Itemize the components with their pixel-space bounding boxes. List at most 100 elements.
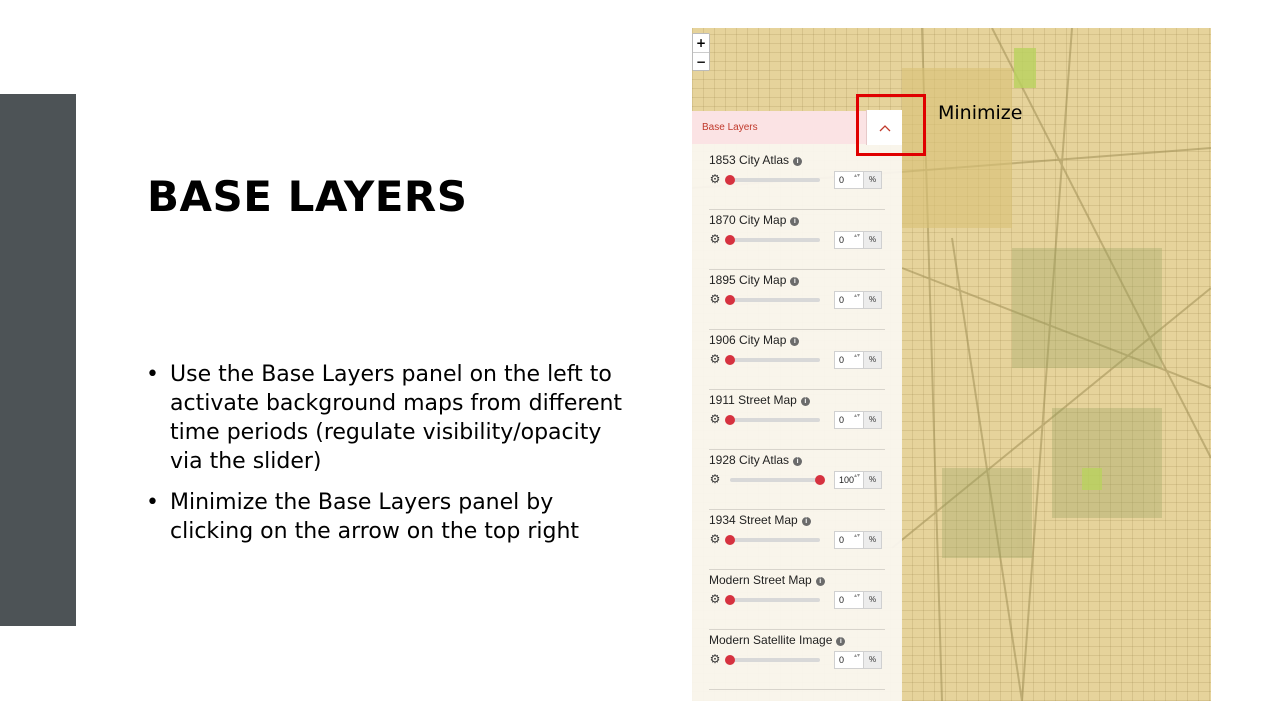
layer-item: 1870 City Map i ⚙ 0 ▴▾%	[709, 209, 885, 270]
layer-name-text: 1906 City Map	[709, 333, 787, 347]
spinner-icon[interactable]: ▴▾	[854, 473, 860, 480]
opacity-value: 0	[839, 535, 845, 545]
layer-name: Modern Street Map i	[709, 573, 825, 587]
layer-name-text: 1911 Street Map	[709, 393, 797, 407]
bullet-list: • Use the Base Layers panel on the left …	[146, 360, 626, 558]
percent-label: %	[864, 291, 882, 309]
gear-icon[interactable]: ⚙	[709, 233, 721, 245]
opacity-input[interactable]: 0 ▴▾	[834, 651, 864, 669]
chevron-up-icon	[879, 124, 890, 131]
info-icon[interactable]: i	[801, 517, 811, 526]
layer-item: 1895 City Map i ⚙ 0 ▴▾%	[709, 269, 885, 330]
slider-thumb[interactable]	[725, 235, 735, 245]
opacity-input[interactable]: 0 ▴▾	[834, 591, 864, 609]
opacity-slider[interactable]	[725, 655, 820, 665]
slider-thumb[interactable]	[815, 475, 825, 485]
gear-icon[interactable]: ⚙	[709, 293, 721, 305]
opacity-value: 0	[839, 235, 845, 245]
minimize-callout: Minimize	[938, 102, 1023, 124]
opacity-slider[interactable]	[725, 415, 820, 425]
gear-icon[interactable]: ⚙	[709, 653, 721, 665]
spinner-icon[interactable]: ▴▾	[854, 533, 860, 540]
info-icon[interactable]: i	[790, 337, 800, 346]
info-icon[interactable]: i	[793, 157, 803, 166]
bullet-symbol: •	[146, 490, 159, 515]
spinner-icon[interactable]: ▴▾	[854, 353, 860, 360]
layer-name-text: Modern Street Map	[709, 573, 812, 587]
opacity-input[interactable]: 0 ▴▾	[834, 531, 864, 549]
opacity-slider[interactable]	[725, 355, 820, 365]
slider-thumb[interactable]	[725, 535, 735, 545]
bullet-text: Use the Base Layers panel on the left to…	[170, 362, 623, 474]
layer-name-text: Modern Satellite Image	[709, 633, 833, 647]
opacity-input[interactable]: 0 ▴▾	[834, 351, 864, 369]
layer-name: 1928 City Atlas i	[709, 453, 803, 467]
opacity-input[interactable]: 0 ▴▾	[834, 171, 864, 189]
opacity-slider[interactable]	[730, 475, 825, 485]
layer-name: Modern Satellite Image i	[709, 633, 846, 647]
gear-icon[interactable]: ⚙	[709, 593, 721, 605]
base-layers-panel: Base Layers 1853 City Atlas i ⚙ 0 ▴▾% 1870 Ci…	[692, 111, 902, 701]
bullet-item: • Minimize the Base Layers panel by clic…	[146, 488, 626, 546]
layer-name-text: 1870 City Map	[709, 213, 787, 227]
slider-thumb[interactable]	[725, 595, 735, 605]
info-icon[interactable]: i	[815, 577, 825, 586]
info-icon[interactable]: i	[790, 277, 800, 286]
layer-item: Modern Street Map i ⚙ 0 ▴▾%	[709, 569, 885, 630]
gear-icon[interactable]: ⚙	[709, 353, 721, 365]
opacity-value: 0	[839, 655, 845, 665]
layer-name: 1870 City Map i	[709, 213, 800, 227]
opacity-value: 0	[839, 355, 845, 365]
slider-thumb[interactable]	[725, 415, 735, 425]
gear-icon[interactable]: ⚙	[709, 173, 721, 185]
spinner-icon[interactable]: ▴▾	[854, 593, 860, 600]
bullet-symbol: •	[146, 362, 159, 387]
layer-item: 1906 City Map i ⚙ 0 ▴▾%	[709, 329, 885, 390]
layer-name-text: 1895 City Map	[709, 273, 787, 287]
gear-icon[interactable]: ⚙	[709, 473, 721, 485]
opacity-value: 0	[839, 415, 845, 425]
opacity-input[interactable]: 0 ▴▾	[834, 411, 864, 429]
info-icon[interactable]: i	[793, 457, 803, 466]
opacity-slider[interactable]	[725, 175, 820, 185]
percent-label: %	[864, 351, 882, 369]
layer-item: 1934 Street Map i ⚙ 0 ▴▾%	[709, 509, 885, 570]
gear-icon[interactable]: ⚙	[709, 413, 721, 425]
layer-name: 1906 City Map i	[709, 333, 800, 347]
info-icon[interactable]: i	[800, 397, 810, 406]
layer-name-text: 1934 Street Map	[709, 513, 798, 527]
spinner-icon[interactable]: ▴▾	[854, 653, 860, 660]
spinner-icon[interactable]: ▴▾	[854, 173, 860, 180]
slider-thumb[interactable]	[725, 295, 735, 305]
spinner-icon[interactable]: ▴▾	[854, 233, 860, 240]
percent-label: %	[864, 591, 882, 609]
percent-label: %	[864, 651, 882, 669]
spinner-icon[interactable]: ▴▾	[854, 413, 860, 420]
opacity-input[interactable]: 0 ▴▾	[834, 291, 864, 309]
percent-label: %	[864, 531, 882, 549]
gear-icon[interactable]: ⚙	[709, 533, 721, 545]
zoom-in-button[interactable]: +	[693, 34, 709, 52]
percent-label: %	[864, 231, 882, 249]
zoom-out-button[interactable]: −	[693, 52, 709, 70]
layer-item: 1928 City Atlas i ⚙ 100 ▴▾%	[709, 449, 885, 510]
slider-thumb[interactable]	[725, 355, 735, 365]
opacity-slider[interactable]	[725, 235, 820, 245]
slider-thumb[interactable]	[725, 175, 735, 185]
info-icon[interactable]: i	[836, 637, 846, 646]
opacity-slider[interactable]	[725, 595, 820, 605]
opacity-input[interactable]: 0 ▴▾	[834, 231, 864, 249]
slider-thumb[interactable]	[725, 655, 735, 665]
opacity-input[interactable]: 100 ▴▾	[834, 471, 864, 489]
layer-item: Modern Satellite Image i ⚙ 0 ▴▾%	[709, 629, 885, 690]
bullet-item: • Use the Base Layers panel on the left …	[146, 360, 626, 476]
percent-label: %	[864, 411, 882, 429]
spinner-icon[interactable]: ▴▾	[854, 293, 860, 300]
opacity-slider[interactable]	[725, 535, 820, 545]
layer-item: 1853 City Atlas i ⚙ 0 ▴▾%	[709, 149, 885, 210]
collapse-panel-button[interactable]	[866, 110, 902, 145]
opacity-slider[interactable]	[725, 295, 820, 305]
bullet-text: Minimize the Base Layers panel by clicki…	[170, 490, 580, 544]
layer-name: 1911 Street Map i	[709, 393, 810, 407]
info-icon[interactable]: i	[790, 217, 800, 226]
